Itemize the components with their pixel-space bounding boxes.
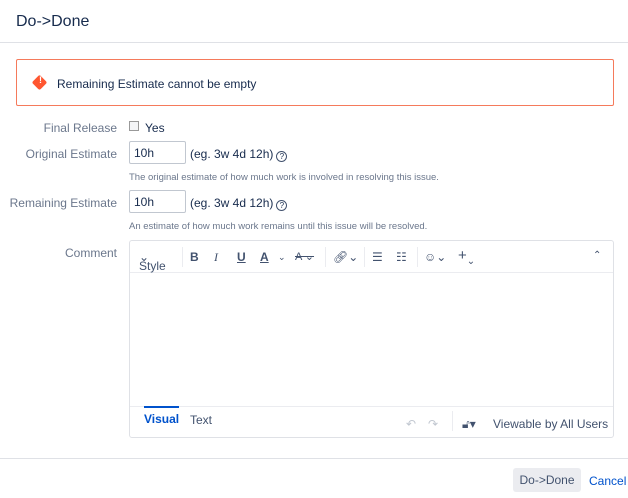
cancel-link[interactable]: Cancel — [589, 474, 626, 488]
final-release-checkbox[interactable] — [129, 121, 139, 131]
remaining-estimate-label: Remaining Estimate — [9, 196, 117, 210]
link-icon[interactable]: 🔗︎⌄ — [333, 250, 358, 264]
unlock-icon[interactable]: 🔓︎▾ — [462, 417, 476, 432]
error-message: Remaining Estimate cannot be empty — [16, 59, 614, 106]
tab-visual[interactable]: Visual — [144, 406, 180, 426]
remaining-estimate-description: An estimate of how much work remains unt… — [129, 221, 428, 232]
collapse-toolbar-icon[interactable]: ⌃ — [593, 250, 601, 261]
italic-icon[interactable]: I — [214, 250, 218, 265]
final-release-option: Yes — [145, 121, 165, 135]
original-estimate-description: The original estimate of how much work i… — [129, 172, 439, 183]
bullet-list-icon[interactable]: ☰ — [372, 250, 383, 264]
comment-editor: Style ⌄ B I U A ⌄ A ⌄ 🔗︎⌄ ☰ ☷ ☺⌄ + ⌄ ⌃ Vi… — [129, 240, 614, 438]
error-text: Remaining Estimate cannot be empty — [57, 77, 257, 91]
visibility-label[interactable]: Viewable by All Users — [493, 417, 608, 431]
remaining-estimate-hint-text: (eg. 3w 4d 12h) — [190, 196, 274, 210]
tab-text[interactable]: Text — [190, 413, 212, 427]
redo-icon[interactable]: ↷ — [428, 417, 438, 431]
comment-label: Comment — [64, 246, 117, 260]
final-release-label: Final Release — [43, 121, 117, 135]
original-estimate-hint-text: (eg. 3w 4d 12h) — [190, 147, 274, 161]
numbered-list-icon[interactable]: ☷ — [396, 250, 407, 264]
chevron-down-icon[interactable]: ⌄ — [278, 252, 286, 263]
submit-button[interactable]: Do->Done — [513, 468, 581, 492]
style-dropdown[interactable]: Style ⌄ — [139, 250, 166, 273]
original-estimate-hint: (eg. 3w 4d 12h)? — [190, 147, 288, 162]
emoji-icon[interactable]: ☺⌄ — [424, 250, 446, 264]
remaining-estimate-input[interactable] — [129, 190, 186, 213]
comment-textarea[interactable] — [130, 274, 613, 406]
text-color-icon[interactable]: A — [260, 250, 269, 264]
dialog-footer — [0, 458, 628, 459]
error-icon — [31, 74, 48, 91]
original-estimate-label: Original Estimate — [25, 147, 117, 161]
insert-more-icon[interactable]: + ⌄ — [458, 247, 475, 267]
help-icon[interactable]: ? — [276, 151, 288, 162]
editor-toolbar: Style ⌄ B I U A ⌄ A ⌄ 🔗︎⌄ ☰ ☷ ☺⌄ + ⌄ ⌃ — [130, 241, 613, 273]
original-estimate-input[interactable] — [129, 141, 186, 164]
help-icon[interactable]: ? — [276, 200, 288, 211]
undo-icon[interactable]: ↶ — [406, 417, 416, 431]
remaining-estimate-hint: (eg. 3w 4d 12h)? — [190, 196, 288, 211]
style-label: Style — [139, 259, 166, 273]
dialog-title: Do->Done — [16, 13, 90, 30]
bold-icon[interactable]: B — [190, 250, 199, 264]
dialog-header: Do->Done — [0, 0, 628, 43]
editor-footer: Visual Text ↶ ↷ 🔓︎▾ Viewable by All User… — [130, 406, 613, 438]
text-format-icon[interactable]: A ⌄ — [295, 250, 314, 263]
underline-icon[interactable]: U — [237, 250, 246, 264]
